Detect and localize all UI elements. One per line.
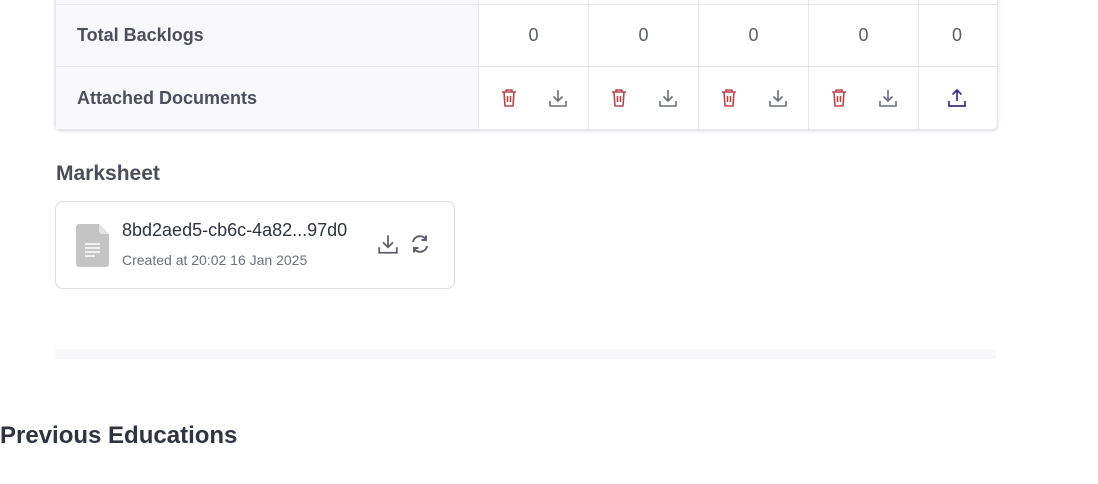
document-cell [589, 67, 699, 129]
upload-icon[interactable] [945, 86, 969, 110]
trash-icon[interactable] [717, 86, 741, 110]
backlogs-value: 0 [809, 5, 919, 66]
backlogs-value: 0 [699, 5, 809, 66]
total-backlogs-label: Total Backlogs [56, 5, 479, 66]
trash-icon[interactable] [607, 86, 631, 110]
backlogs-value: 0 [589, 5, 699, 66]
backlogs-value: 0 [951, 25, 962, 45]
table-row-attached-documents: Attached Documents [56, 66, 997, 129]
download-icon[interactable] [876, 86, 900, 110]
document-cell [809, 67, 919, 129]
attached-documents-label: Attached Documents [56, 67, 479, 129]
table-cell [699, 0, 809, 4]
marksheet-file-card: 8bd2aed5-cb6c-4a82...97d0 Created at 20:… [55, 201, 455, 289]
document-cell [919, 67, 995, 129]
table-cell [919, 0, 995, 4]
table-cell [809, 0, 919, 4]
education-results-table: Total Backlogs 0 0 0 0 0 Attached Docume… [55, 0, 998, 130]
page: Total Backlogs 0 0 0 0 0 Attached Docume… [0, 0, 1098, 484]
refresh-icon[interactable] [408, 232, 432, 256]
document-cell [699, 67, 809, 129]
file-created-date: Created at 20:02 16 Jan 2025 [122, 252, 308, 268]
file-actions [376, 232, 432, 256]
download-icon[interactable] [766, 86, 790, 110]
download-icon[interactable] [546, 86, 570, 110]
file-name: 8bd2aed5-cb6c-4a82...97d0 [122, 220, 348, 240]
backlogs-value: 0 [479, 5, 589, 66]
marksheet-title: Marksheet [56, 162, 160, 185]
download-icon[interactable] [376, 232, 400, 256]
download-icon[interactable] [656, 86, 680, 110]
document-cell [479, 67, 589, 129]
section-divider [55, 349, 996, 359]
trash-icon[interactable] [497, 86, 521, 110]
table-row-top [56, 0, 997, 4]
file-icon [76, 224, 109, 267]
previous-educations-title: Previous Educations [0, 422, 238, 449]
table-label-cell [56, 0, 479, 4]
table-cell [589, 0, 699, 4]
trash-icon[interactable] [827, 86, 851, 110]
table-row-total-backlogs: Total Backlogs 0 0 0 0 0 [56, 4, 997, 66]
table-cell [479, 0, 589, 4]
